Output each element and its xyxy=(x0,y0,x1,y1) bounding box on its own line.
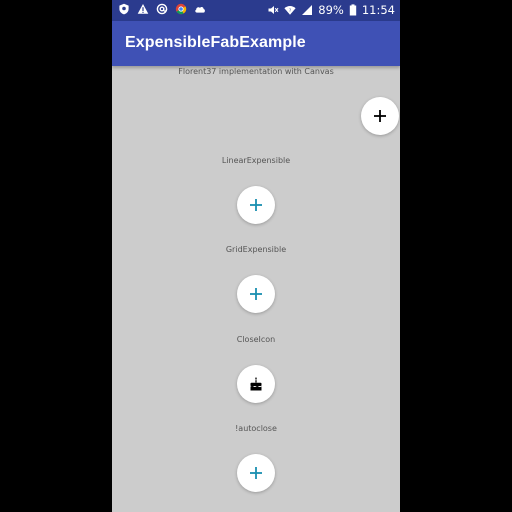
linear-fab-button[interactable] xyxy=(237,186,275,224)
svg-text:?: ? xyxy=(289,8,291,13)
status-system-icons: ? 89% 11:54 xyxy=(267,3,395,17)
canvas-section-label: Florent37 implementation with Canvas xyxy=(178,67,334,76)
plus-icon xyxy=(250,199,262,211)
plus-icon xyxy=(250,288,262,300)
battery-icon xyxy=(349,4,357,16)
status-notification-icons xyxy=(118,3,206,15)
grid-fab-button[interactable] xyxy=(237,275,275,313)
linear-section-label: LinearExpensible xyxy=(221,156,291,165)
mute-icon xyxy=(268,6,279,14)
signal-icon xyxy=(302,5,313,15)
cloud-icon xyxy=(195,7,205,13)
canvas-fab-button[interactable] xyxy=(361,97,399,135)
closeicon-section-label: CloseIcon xyxy=(236,335,276,344)
battery-percent: 89% xyxy=(318,3,344,17)
status-bar: ? 89% 11:54 xyxy=(112,0,400,21)
phone-screen: ? 89% 11:54 ExpensibleFabExample Florent… xyxy=(112,0,400,512)
autoclose-section-label: !autoclose xyxy=(235,424,277,433)
cake-icon xyxy=(250,377,262,391)
wifi-icon: ? xyxy=(284,5,296,15)
chrome-icon xyxy=(175,3,187,15)
grid-section-label: GridExpensible xyxy=(225,245,287,254)
autoclose-fab-button[interactable] xyxy=(237,454,275,492)
status-time: 11:54 xyxy=(361,3,395,17)
app-title: ExpensibleFabExample xyxy=(125,34,306,51)
plus-icon xyxy=(250,467,262,479)
closeicon-fab-button[interactable] xyxy=(237,365,275,403)
warning-icon xyxy=(137,4,149,14)
at-sign-icon xyxy=(156,3,168,15)
shield-icon xyxy=(119,3,129,15)
app-bar: ExpensibleFabExample xyxy=(112,21,400,66)
plus-icon xyxy=(374,110,386,122)
